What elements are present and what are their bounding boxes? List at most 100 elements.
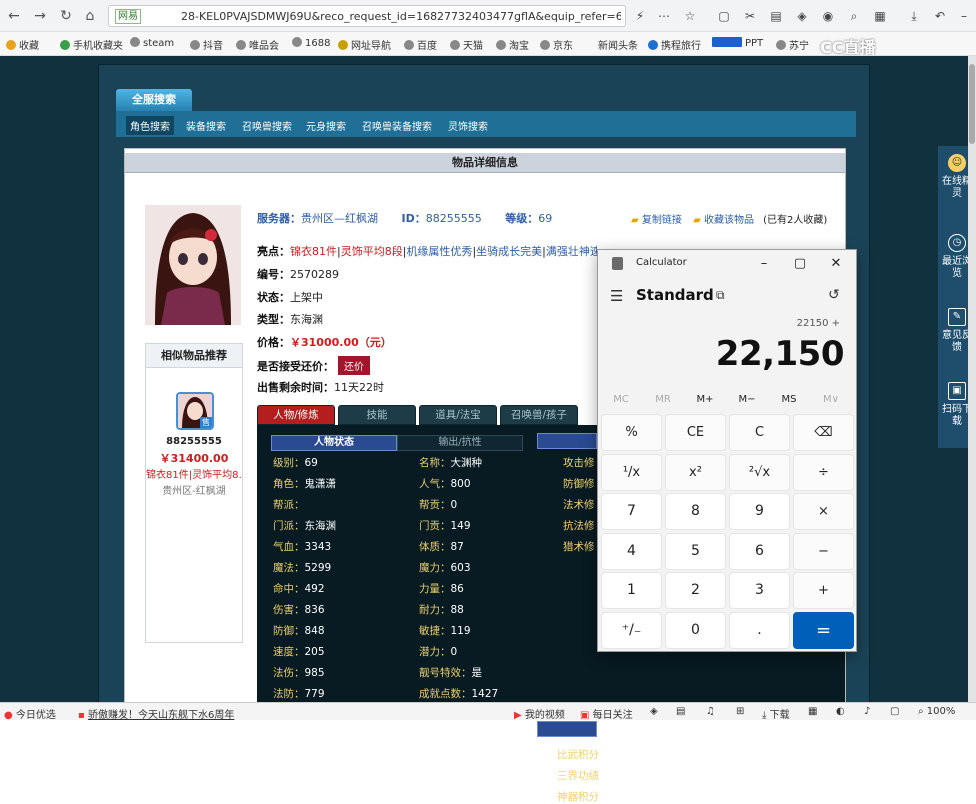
game-icon[interactable]: ◉ <box>820 8 836 24</box>
digit-3-key[interactable]: 3 <box>729 572 790 609</box>
bookmark-item[interactable]: 携程旅行 <box>648 37 701 52</box>
history-icon[interactable]: ↺ <box>828 287 840 303</box>
equals-key[interactable]: = <box>793 611 854 649</box>
plus-key[interactable]: + <box>793 572 854 609</box>
bookmark-item[interactable]: 唯品会 <box>236 37 279 52</box>
status-icon[interactable]: ▢ <box>890 706 899 717</box>
digit-9-key[interactable]: 9 <box>729 493 790 530</box>
divide-key[interactable]: ÷ <box>793 453 854 491</box>
bookmark-item[interactable]: 天猫 <box>450 37 483 52</box>
decimal-key[interactable]: . <box>729 611 790 649</box>
minimize-icon[interactable]: – <box>746 252 782 276</box>
stat-tab-output[interactable]: 输出/抗性 <box>397 435 523 451</box>
nav-pet-search[interactable]: 召唤兽搜索 <box>242 118 292 133</box>
favorite-button[interactable]: 收藏该物品 <box>704 215 754 226</box>
home-icon[interactable]: ⌂ <box>80 6 100 26</box>
minimize-window-icon[interactable]: – <box>956 8 972 24</box>
bookmark-item[interactable]: 网址导航 <box>338 37 391 52</box>
extension-icon[interactable]: ▤ <box>768 8 784 24</box>
nav-yuanshen-search[interactable]: 元身搜索 <box>306 118 346 133</box>
news-ticker[interactable]: ▪ 骄傲赚发！今天山东舰下水6周年 <box>78 706 234 721</box>
star-icon[interactable]: ☆ <box>682 8 698 24</box>
status-icon[interactable]: ▤ <box>676 706 685 717</box>
scrollbar-thumb[interactable] <box>969 64 975 144</box>
bookmark-item[interactable]: steam <box>130 37 174 49</box>
square-key[interactable]: x² <box>665 453 726 491</box>
memory-button[interactable]: M+ <box>684 394 726 405</box>
memory-button[interactable]: MS <box>768 394 810 405</box>
status-icon[interactable]: ♫ <box>706 706 715 717</box>
digit-2-key[interactable]: 2 <box>665 572 726 609</box>
address-bar[interactable]: 网易 28-KEL0PVAJSDMWJ69U&reco_request_id=1… <box>108 5 626 27</box>
stat-tab-status[interactable]: 人物状态 <box>271 435 397 451</box>
bookmark-item[interactable]: 苏宁 <box>776 37 809 52</box>
keep-on-top-icon[interactable]: ⧉ <box>716 288 725 303</box>
percent-key[interactable]: % <box>601 414 662 451</box>
download-icon[interactable]: ⤓ <box>906 8 922 24</box>
reciprocal-key[interactable]: ¹/x <box>601 453 662 491</box>
negate-key[interactable]: ⁺/₋ <box>601 611 662 649</box>
bookmark-item[interactable]: 京东 <box>540 37 573 52</box>
status-icon[interactable]: ⊞ <box>736 706 744 717</box>
tab-pets[interactable]: 召唤兽/孩子 <box>500 405 578 425</box>
nav-role-search[interactable]: 角色搜索 <box>126 116 174 135</box>
refresh-icon[interactable]: ↻ <box>56 6 76 26</box>
more-icon[interactable]: ⋯ <box>656 8 672 24</box>
minus-key[interactable]: − <box>793 532 854 570</box>
url-text[interactable]: 28-KEL0PVAJSDMWJ69U&reco_request_id=1682… <box>181 10 621 23</box>
bookmark-item[interactable]: 收藏 <box>6 37 39 52</box>
digit-8-key[interactable]: 8 <box>665 493 726 530</box>
bookmark-item[interactable]: 新闻头条 <box>598 37 638 52</box>
undo-icon[interactable]: ↶ <box>932 8 948 24</box>
scissors-icon[interactable]: ✂ <box>742 8 758 24</box>
shield-icon[interactable]: ◈ <box>794 8 810 24</box>
memory-button[interactable]: M− <box>726 394 768 405</box>
clear-entry-key[interactable]: CE <box>665 414 726 451</box>
forward-icon[interactable]: → <box>30 6 50 26</box>
digit-4-key[interactable]: 4 <box>601 532 662 570</box>
multiply-key[interactable]: × <box>793 493 854 530</box>
nav-title-tab[interactable]: 全服搜索 <box>116 89 192 111</box>
bookmark-item[interactable]: 抖音 <box>190 37 223 52</box>
nav-equip-search[interactable]: 装备搜索 <box>186 118 226 133</box>
shield-status-icon[interactable]: ◈ <box>650 706 658 717</box>
sqrt-key[interactable]: ²√x <box>729 453 790 491</box>
bookmark-item[interactable]: 手机收藏夹 <box>60 37 123 52</box>
page-scrollbar[interactable] <box>968 56 976 702</box>
digit-0-key[interactable]: 0 <box>665 611 726 649</box>
digit-1-key[interactable]: 1 <box>601 572 662 609</box>
status-icon[interactable]: ◐ <box>836 706 845 717</box>
status-download[interactable]: ⤓ 下载 <box>762 706 790 721</box>
similar-item-id[interactable]: 88255555 <box>146 436 242 447</box>
screenshot-icon[interactable]: ▢ <box>716 8 732 24</box>
my-video[interactable]: ▶ 我的视频 <box>514 706 565 721</box>
zoom-level[interactable]: ⌕ 100% <box>918 706 955 717</box>
clear-key[interactable]: C <box>729 414 790 451</box>
tab-character[interactable]: 人物/修炼 <box>257 405 335 425</box>
status-icon[interactable]: ▦ <box>808 706 817 717</box>
hamburger-menu-icon[interactable]: ☰ <box>610 287 623 305</box>
tab-skills[interactable]: 技能 <box>338 405 416 425</box>
bookmark-item[interactable]: 1688 <box>292 37 330 49</box>
status-icon[interactable]: ♪ <box>864 706 870 717</box>
nav-ornament-search[interactable]: 灵饰搜索 <box>448 118 488 133</box>
daily-focus[interactable]: ▣ 每日关注 <box>580 706 633 721</box>
digit-5-key[interactable]: 5 <box>665 532 726 570</box>
memory-button[interactable]: MC <box>600 394 642 405</box>
back-icon[interactable]: ← <box>4 6 24 26</box>
bookmark-item[interactable]: 淘宝 <box>496 37 529 52</box>
lightning-icon[interactable]: ⚡ <box>632 8 648 24</box>
bargain-button[interactable]: 还价 <box>338 356 370 375</box>
bookmark-item[interactable]: 百度 <box>404 37 437 52</box>
memory-button[interactable]: MR <box>642 394 684 405</box>
similar-item-avatar[interactable]: 售 <box>176 392 214 430</box>
daily-picks[interactable]: ● 今日优选 <box>4 706 56 721</box>
memory-button[interactable]: M∨ <box>810 394 852 405</box>
digit-6-key[interactable]: 6 <box>729 532 790 570</box>
close-icon[interactable]: ✕ <box>818 252 854 276</box>
tab-items[interactable]: 道具/法宝 <box>419 405 497 425</box>
nav-pet-equip-search[interactable]: 召唤兽装备搜索 <box>362 118 432 133</box>
maximize-icon[interactable]: ▢ <box>782 252 818 276</box>
search-icon[interactable]: ⌕ <box>846 8 862 24</box>
apps-icon[interactable]: ▦ <box>872 8 888 24</box>
